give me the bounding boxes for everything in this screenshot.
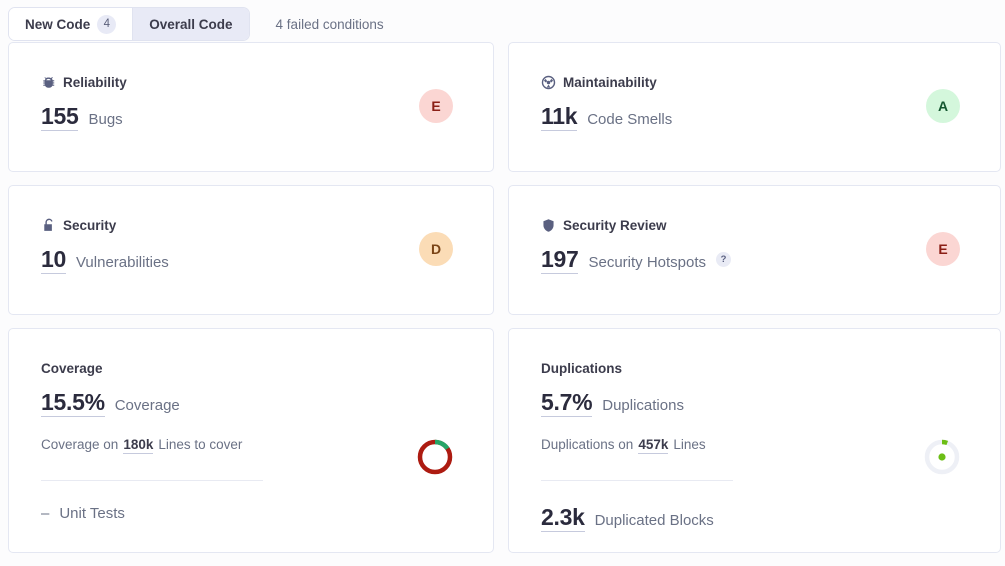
duplicated-blocks-value[interactable]: 2.3k: [541, 505, 585, 533]
security-vulnerabilities-value[interactable]: 10: [41, 247, 66, 275]
tab-overall-code[interactable]: Overall Code: [132, 8, 249, 40]
card-duplications-title: Duplications: [541, 360, 623, 376]
card-reliability-title: Reliability: [63, 74, 127, 90]
failed-conditions-link[interactable]: 4 failed conditions: [276, 17, 384, 32]
metrics-grid: Reliability 155 Bugs E Maintainability 1…: [0, 42, 1005, 553]
tab-new-code[interactable]: New Code 4: [9, 8, 133, 40]
reliability-rating-badge[interactable]: E: [419, 89, 453, 123]
card-coverage-title: Coverage: [41, 360, 103, 376]
card-duplications: Duplications 5.7% Duplications Duplicati…: [508, 328, 1001, 553]
code-smell-icon: [541, 75, 556, 90]
open-lock-icon: [41, 218, 56, 233]
card-coverage-metric: 15.5% Coverage: [41, 390, 493, 418]
duplications-divider: [541, 480, 733, 482]
security-vulnerabilities-label: Vulnerabilities: [75, 254, 169, 271]
help-icon[interactable]: ?: [716, 252, 732, 268]
card-reliability: Reliability 155 Bugs E: [8, 42, 494, 172]
coverage-lines-suffix: Lines to cover: [158, 437, 243, 453]
card-coverage-header: Coverage: [41, 359, 493, 377]
card-duplications-metric: 5.7% Duplications: [541, 390, 1000, 418]
duplications-blocks-row: 2.3k Duplicated Blocks: [541, 505, 1000, 533]
duplications-percent-label: Duplications: [602, 397, 684, 414]
security-rating-badge[interactable]: D: [419, 232, 453, 266]
coverage-unit-tests-label: Unit Tests: [59, 505, 125, 523]
reliability-bugs-label: Bugs: [88, 111, 123, 128]
duplications-lines-value[interactable]: 457k: [638, 437, 669, 455]
security-hotspots-label: Security Hotspots: [588, 254, 707, 271]
tab-new-code-badge: 4: [97, 14, 117, 34]
card-reliability-header: Reliability: [41, 73, 493, 91]
tab-group: New Code 4 Overall Code: [8, 7, 250, 41]
duplicated-blocks-label: Duplicated Blocks: [594, 512, 714, 530]
coverage-lines-prefix: Coverage on: [41, 437, 119, 453]
duplications-percent-value[interactable]: 5.7%: [541, 390, 593, 418]
card-coverage: Coverage 15.5% Coverage Coverage on 180k…: [8, 328, 494, 553]
card-maintainability-title: Maintainability: [563, 74, 657, 90]
reliability-bugs-value[interactable]: 155: [41, 104, 79, 132]
maintainability-rating-badge[interactable]: A: [926, 89, 960, 123]
card-security-title: Security: [63, 217, 117, 233]
coverage-percent-value[interactable]: 15.5%: [41, 390, 105, 418]
tab-overall-code-label: Overall Code: [149, 16, 233, 32]
coverage-donut-chart: [415, 437, 455, 482]
maintainability-smells-value[interactable]: 11k: [541, 104, 578, 132]
card-security-review-header: Security Review: [541, 216, 1000, 234]
security-hotspots-value[interactable]: 197: [541, 247, 579, 275]
bug-icon: [41, 75, 56, 90]
card-maintainability-header: Maintainability: [541, 73, 1000, 91]
coverage-percent-label: Coverage: [114, 397, 180, 414]
card-security: Security 10 Vulnerabilities D: [8, 185, 494, 315]
tab-new-code-label: New Code: [25, 16, 91, 32]
duplications-lines-suffix: Lines: [673, 437, 706, 453]
duplications-lines-prefix: Duplications on: [541, 437, 634, 453]
card-security-review: Security Review 197 Security Hotspots ? …: [508, 185, 1001, 315]
tab-bar: New Code 4 Overall Code 4 failed conditi…: [0, 0, 1005, 42]
maintainability-smells-label: Code Smells: [587, 111, 673, 128]
coverage-lines-value[interactable]: 180k: [123, 437, 154, 455]
coverage-divider: [41, 480, 263, 482]
card-maintainability: Maintainability 11k Code Smells A: [508, 42, 1001, 172]
card-duplications-header: Duplications: [541, 359, 1000, 377]
card-security-header: Security: [41, 216, 493, 234]
coverage-unit-tests-row: – Unit Tests: [41, 505, 493, 522]
card-security-review-title: Security Review: [563, 217, 667, 233]
coverage-unit-tests-dash: –: [41, 505, 50, 523]
duplications-donut-chart: [922, 437, 962, 482]
shield-icon: [541, 218, 556, 233]
security-review-rating-badge[interactable]: E: [926, 232, 960, 266]
